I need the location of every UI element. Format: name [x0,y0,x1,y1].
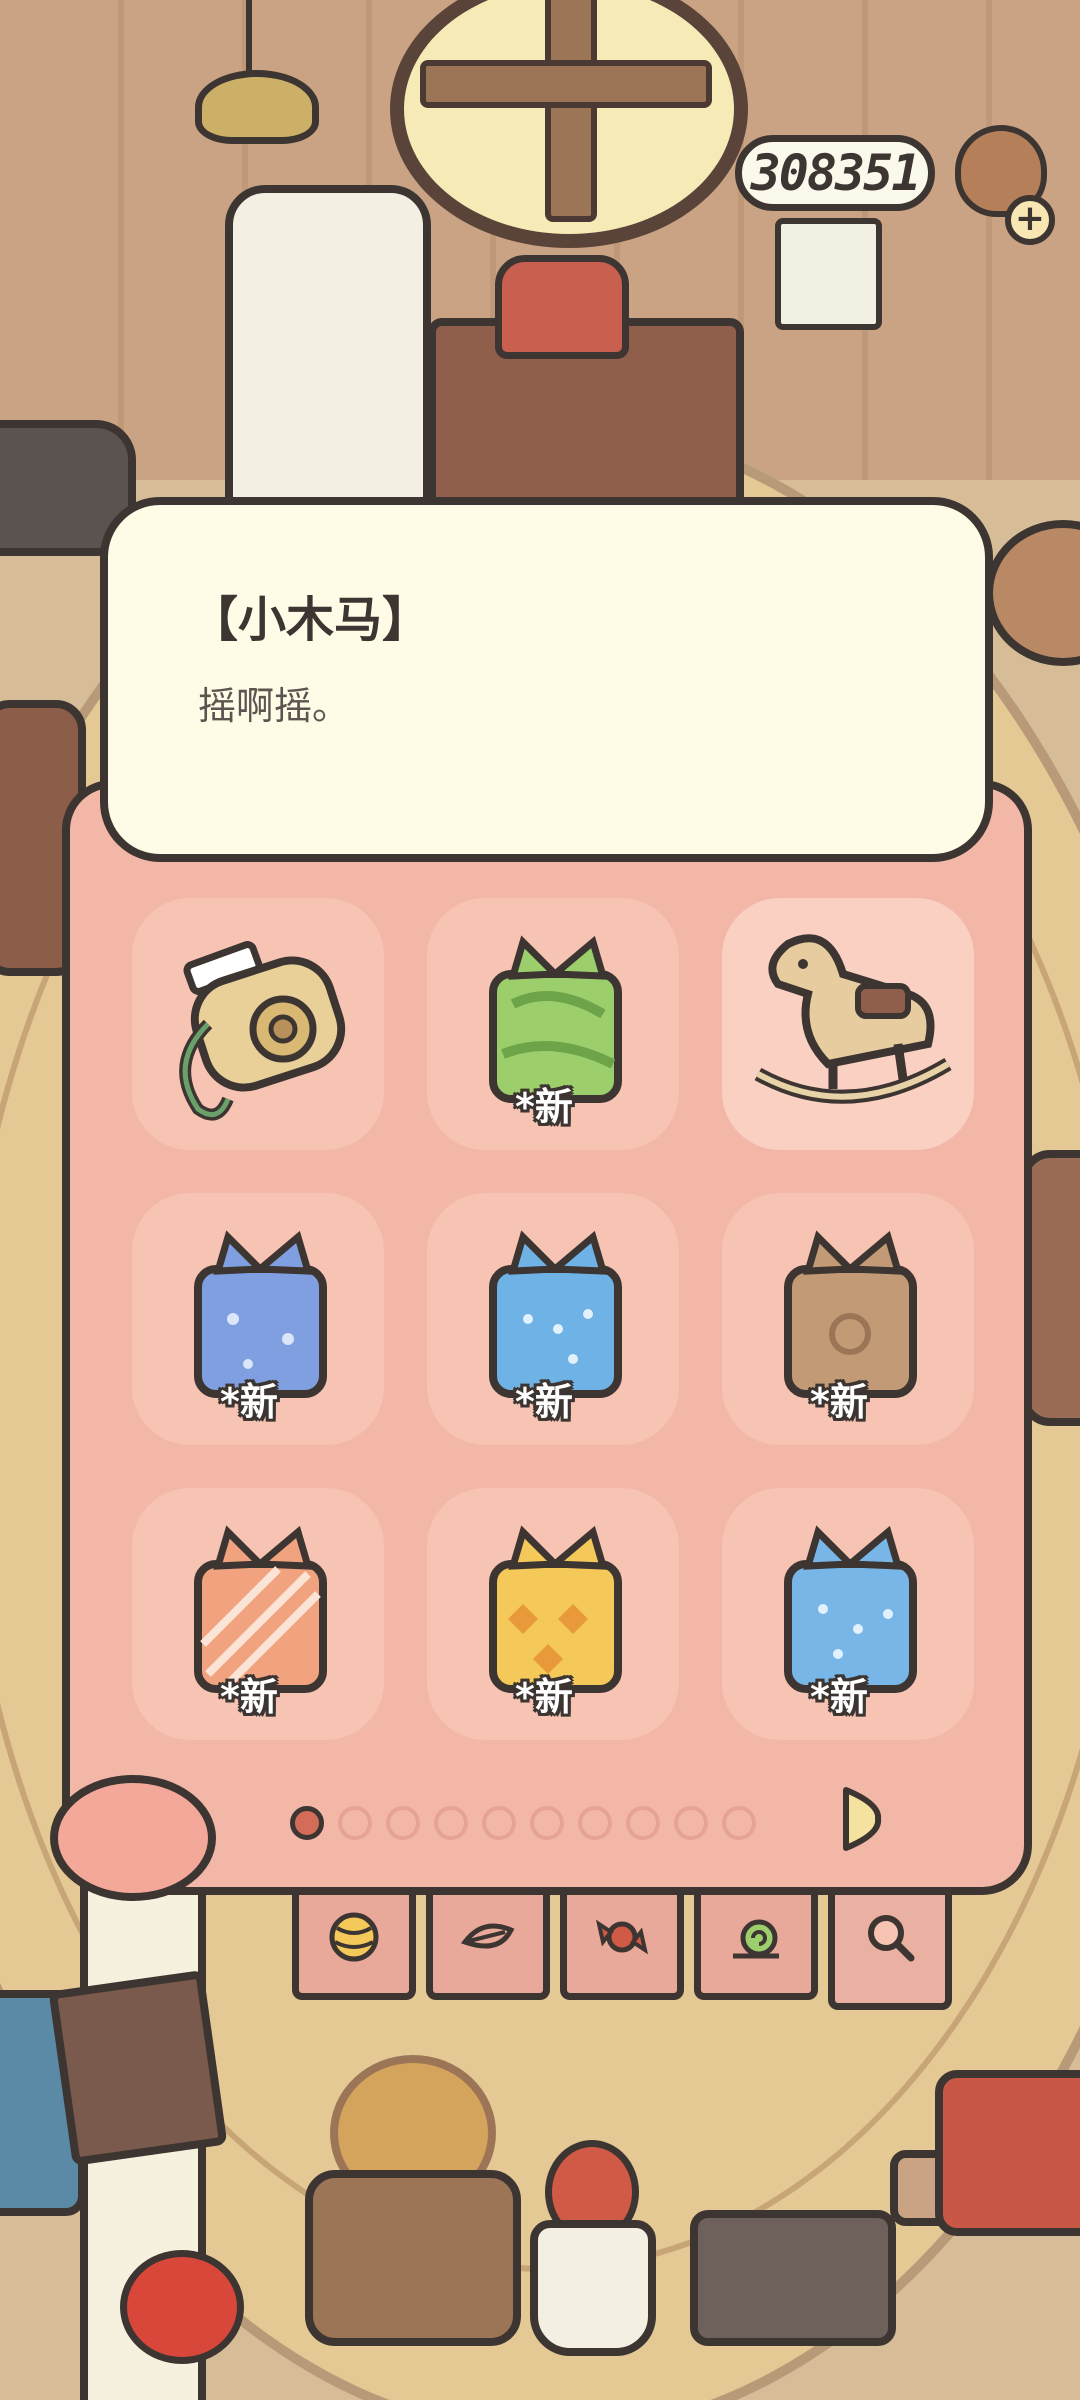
wooden-box [690,2210,896,2346]
window-frame-horizontal [420,60,712,108]
new-badge: *新 [515,1380,573,1424]
page-dot-3[interactable] [386,1806,420,1840]
currency-counter: 308351 [735,135,935,211]
vase [530,2220,656,2356]
tab-snail[interactable] [694,1892,818,2000]
search-icon [868,1915,915,1962]
item-slot-gift-blue-star[interactable]: *新 [132,1193,384,1445]
item-slot-gift-orange-stripe[interactable]: *新 [132,1488,384,1740]
radio [935,2070,1080,2236]
next-arrow-icon[interactable] [838,1784,884,1854]
new-badge: *新 [810,1675,868,1719]
item-slot-gift-green[interactable]: *新 [427,898,679,1150]
rocking-horse-icon [754,934,952,1104]
page-dot-8[interactable] [626,1806,660,1840]
leaf-icon [460,1923,515,1949]
flower-decoration [50,1775,216,1901]
snail-icon [733,1919,779,1959]
telephone [495,255,629,359]
tab-search[interactable] [828,1892,952,2010]
books [48,1970,228,2166]
hanging-lamp [195,70,319,144]
lamp-cord [246,0,252,75]
new-badge: *新 [515,1085,573,1129]
camera-icon [179,941,346,1121]
tab-leaf[interactable] [426,1892,550,2000]
page-indicator [290,1798,756,1848]
item-slot-camera[interactable] [132,898,384,1150]
page-dot-6[interactable] [530,1806,564,1840]
plant-pot [305,2170,521,2346]
calendar [775,218,882,330]
item-title: 【小木马】 [190,592,431,648]
page-dot-4[interactable] [434,1806,468,1840]
item-slot-gift-blue-dots[interactable]: *新 [427,1193,679,1445]
new-badge: *新 [220,1675,278,1719]
tab-yarn-ball[interactable] [292,1892,416,2000]
page-dot-1[interactable] [290,1806,324,1840]
page-dot-2[interactable] [338,1806,372,1840]
page-dot-7[interactable] [578,1806,612,1840]
apple [120,2250,244,2364]
category-tabs [292,1892,952,2010]
item-description: 摇啊摇。 [198,684,351,728]
item-slot-gift-blue-dots-2[interactable]: *新 [722,1488,974,1740]
fridge [225,185,431,521]
window-frame-vertical [545,0,597,222]
inventory-panel: *新 *新 *新 *新 *新 *新 *新 [62,780,1032,1895]
add-currency-button[interactable]: + [1005,195,1055,245]
item-description-card: 【小木马】 摇啊摇。 [100,497,993,862]
item-slot-rocking-horse[interactable] [722,898,974,1150]
page-dot-10[interactable] [722,1806,756,1840]
yarn-ball-icon [329,1912,379,1962]
tab-candy[interactable] [560,1892,684,2000]
item-slot-gift-yellow-check[interactable]: *新 [427,1488,679,1740]
item-slot-gift-brown[interactable]: *新 [722,1193,974,1445]
page-dot-5[interactable] [482,1806,516,1840]
candy-icon [595,1919,649,1955]
page-dot-9[interactable] [674,1806,708,1840]
new-badge: *新 [810,1380,868,1424]
new-badge: *新 [220,1380,278,1424]
new-badge: *新 [515,1675,573,1719]
plus-icon: + [1014,198,1046,239]
